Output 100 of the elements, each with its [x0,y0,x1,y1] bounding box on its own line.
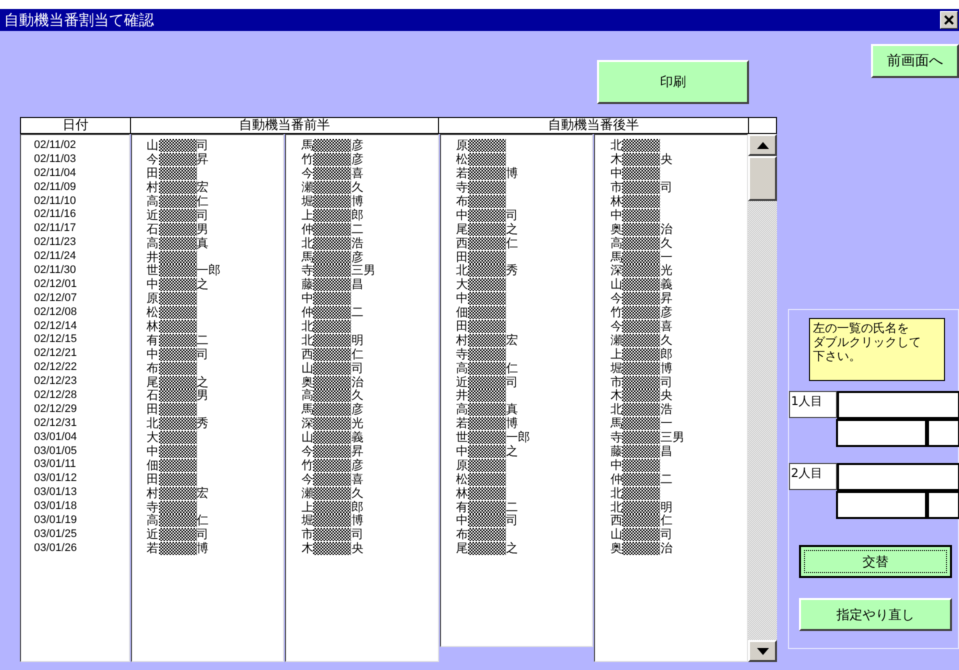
name-list[interactable]: 馬 彦 竹 彦 今 喜 瀬 久 堀 博 上 郎 仲 二 北 浩 馬 彦 寺 三男 藤 昌 中 仲 二 北 北 明 西 仁 山 司 奥 治 高 久 馬 彦 深 光 山 義 今 昇 竹 彦 今 喜 瀬 久 上 郎 堀 博 市 司 木 央 [285,134,439,662]
name-cell: 久 [660,236,672,250]
redaction-mark [468,236,506,250]
name-cell: 司 [506,376,518,389]
name-cell: 市 [610,376,622,389]
name-cell: 司 [196,208,209,222]
date-cell-text: 02/12/08 [33,306,78,320]
name-cell: 之 [506,542,518,556]
date-cell-text: 02/11/30 [33,264,78,278]
name-cell: 高 [146,195,159,208]
name-cell: 馬 [301,250,314,264]
name-cell: 原 [456,458,468,472]
name-cell: 司 [196,348,209,361]
redaction-mark [622,236,660,250]
reset-button[interactable]: 指定やり直し [799,598,952,631]
back-button[interactable]: 前画面へ [871,44,959,78]
name-cell: 中 [456,292,468,306]
redaction-mark [622,348,660,361]
name-cell: 二 [506,500,518,514]
name-cell: 浩 [351,236,364,250]
name-cell: 尾 [456,542,468,556]
name-cell: 近 [146,208,159,222]
name-cell: 宏 [196,486,209,500]
name-cell: 司 [660,181,672,194]
date-cell-text: 03/01/25 [33,528,78,542]
redaction-mark [468,264,506,278]
redaction-mark [622,222,660,236]
date-cell-text: 03/01/05 [33,444,78,458]
name-cell: 馬 [610,417,622,430]
redaction-mark [313,181,352,194]
name-cell: 北 [610,403,622,416]
redaction-mark [158,376,197,389]
name-cell: 秀 [506,264,518,278]
name-cell: 仲 [301,222,314,236]
date-cell-text: 03/01/19 [33,514,78,528]
date-cell-text: 03/01/18 [33,500,78,514]
shift-field[interactable] [927,491,959,519]
redaction-mark [468,306,506,320]
name-cell: 今 [301,167,314,180]
name-cell: 仁 [196,195,209,208]
redaction-mark [468,514,506,528]
name-cell: 北 [301,334,314,347]
redaction-mark [622,542,660,556]
redaction-mark [622,181,660,194]
name-cell: 寺 [456,348,468,361]
name-cell: 世 [146,264,159,278]
name-cell: 博 [351,195,364,208]
redaction-mark [158,334,197,347]
swap-button[interactable]: 交替 [799,545,952,578]
date-list[interactable] [20,134,130,662]
name-cell: 中 [456,514,468,528]
name-list[interactable]: 原 松 若 博 寺 布 中 司 尾 之 西 仁 田 北 秀 大 中 佃 田 村 宏 寺 高 仁 近 司 井 高 真 若 博 世 一郎 中 之 原 松 林 有 二 中 司 布 尾 之 [440,134,594,647]
name-cell: 馬 [301,403,314,416]
redaction-mark [313,403,352,416]
date-cell-text: 02/11/02 [33,139,78,153]
name-cell: 義 [660,278,672,292]
print-button[interactable]: 印刷 [597,60,749,104]
scroll-up-button[interactable] [748,134,777,156]
redaction-mark [313,222,352,236]
redaction-mark [313,417,352,430]
name-cell: 尾 [456,222,468,236]
name-cell: 仁 [506,362,518,375]
date-field[interactable] [836,491,927,519]
name-cell: 二 [351,222,364,236]
name-cell: 藤 [301,278,314,292]
name-list[interactable]: 山 司 今 昇 田 村 宏 高 仁 近 司 石 男 高 真 井 世 一郎 中 之 原 松 林 有 二 中 司 布 尾 之 石 男 田 北 秀 大 中 佃 田 村 宏 寺 高 仁 近 司 若 博 [130,134,284,662]
name-cell: 市 [610,181,622,194]
name-field[interactable] [837,463,959,491]
close-button[interactable] [940,11,958,29]
redaction-mark [468,208,506,222]
name-cell: 博 [196,542,209,556]
name-cell: 今 [301,472,314,486]
redaction-mark [313,195,352,208]
name-cell: 男 [196,222,209,236]
redaction-mark [313,250,352,264]
scrollbar[interactable] [748,134,777,662]
redaction-mark [468,542,506,556]
name-cell: 中 [146,278,159,292]
name-cell: 世 [456,431,468,444]
scroll-thumb[interactable] [748,156,777,201]
name-cell: 司 [351,362,364,375]
redaction-mark [468,431,506,444]
date-field[interactable] [836,419,927,447]
name-cell: 明 [351,334,364,347]
date-cell-text: 02/11/04 [33,166,78,181]
scroll-down-button[interactable] [748,640,777,662]
redaction-mark [158,514,197,528]
name-cell: 宏 [506,334,518,347]
name-field[interactable] [837,391,959,419]
name-cell: 林 [146,320,159,334]
name-cell: 原 [456,139,468,152]
name-cell: 彦 [351,153,364,166]
name-cell: 今 [610,320,622,334]
redaction-mark [158,195,197,208]
name-cell: 治 [351,376,364,389]
shift-field[interactable] [927,419,959,447]
name-list[interactable]: 北 木 央 中 市 司 林 中 奥 治 高 久 馬 一 深 光 山 義 今 昇 竹 彦 今 喜 瀬 久 上 郎 堀 博 市 司 木 央 北 浩 馬 一 寺 三男 藤 昌 中 仲 二 北 北 明 西 仁 山 司 奥 治 [594,134,748,662]
redaction-mark [158,181,197,194]
redaction-mark [468,376,506,389]
redaction-mark [622,472,660,486]
